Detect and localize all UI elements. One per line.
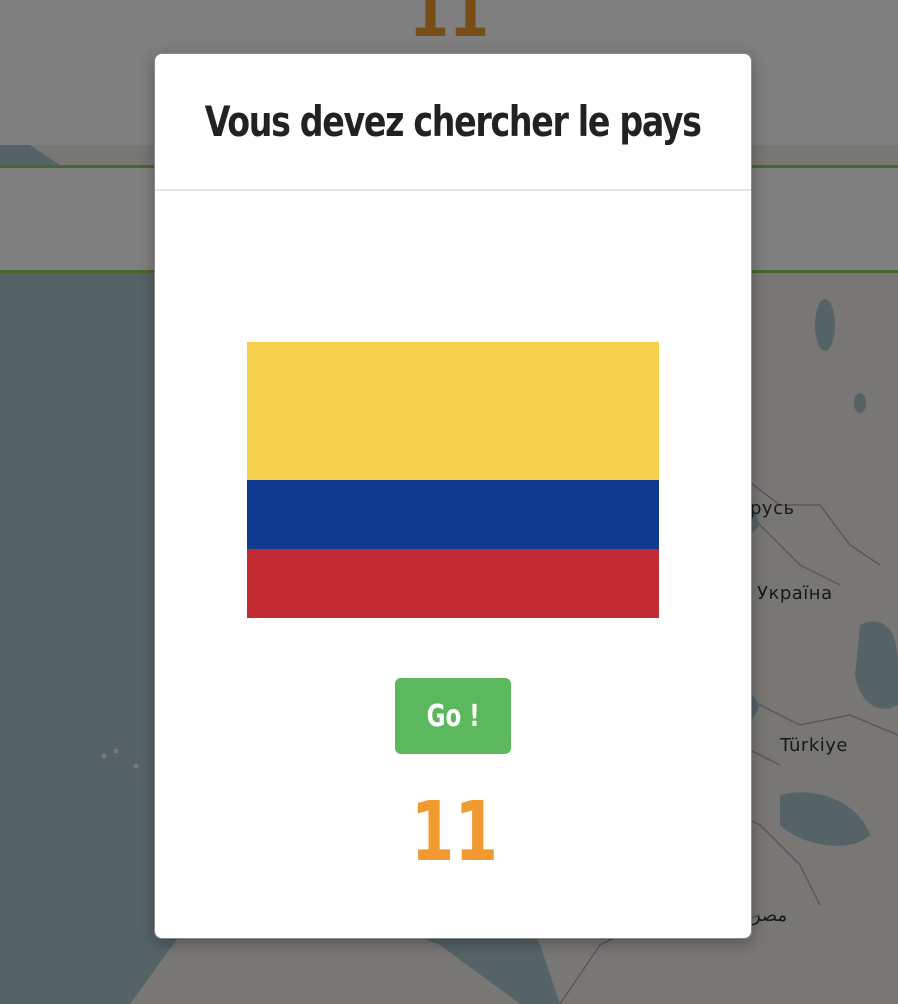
country-prompt-modal: Vous devez chercher le pays Go ! 11 <box>154 53 752 939</box>
go-button-label: Go ! <box>426 698 480 734</box>
countdown-value: 11 <box>410 785 498 880</box>
go-button[interactable]: Go ! <box>395 678 511 754</box>
app-screen: 11 русь Україна Türkiye مصر <box>0 0 898 1004</box>
countdown-timer: 11 <box>155 792 753 874</box>
modal-header: Vous devez chercher le pays <box>155 54 751 191</box>
flag-stripe-bottom <box>247 549 659 618</box>
modal-title: Vous devez chercher le pays <box>205 97 702 146</box>
flag-stripe-top <box>247 342 659 480</box>
flag-stripe-middle <box>247 480 659 549</box>
country-flag <box>247 342 659 618</box>
